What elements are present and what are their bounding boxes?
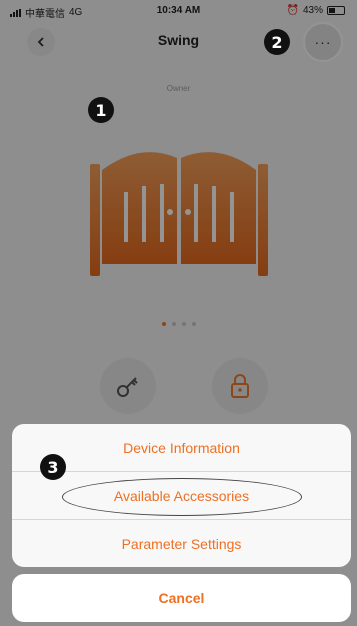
action-sheet: Device Information Available Accessories… (12, 424, 351, 567)
parameter-settings-option[interactable]: Parameter Settings (12, 520, 351, 567)
callout-1: 1 (88, 97, 114, 123)
callout-2: 2 (264, 29, 290, 55)
callout-3: 3 (40, 454, 66, 480)
cancel-button[interactable]: Cancel (12, 574, 351, 622)
highlight-ellipse (62, 478, 302, 516)
